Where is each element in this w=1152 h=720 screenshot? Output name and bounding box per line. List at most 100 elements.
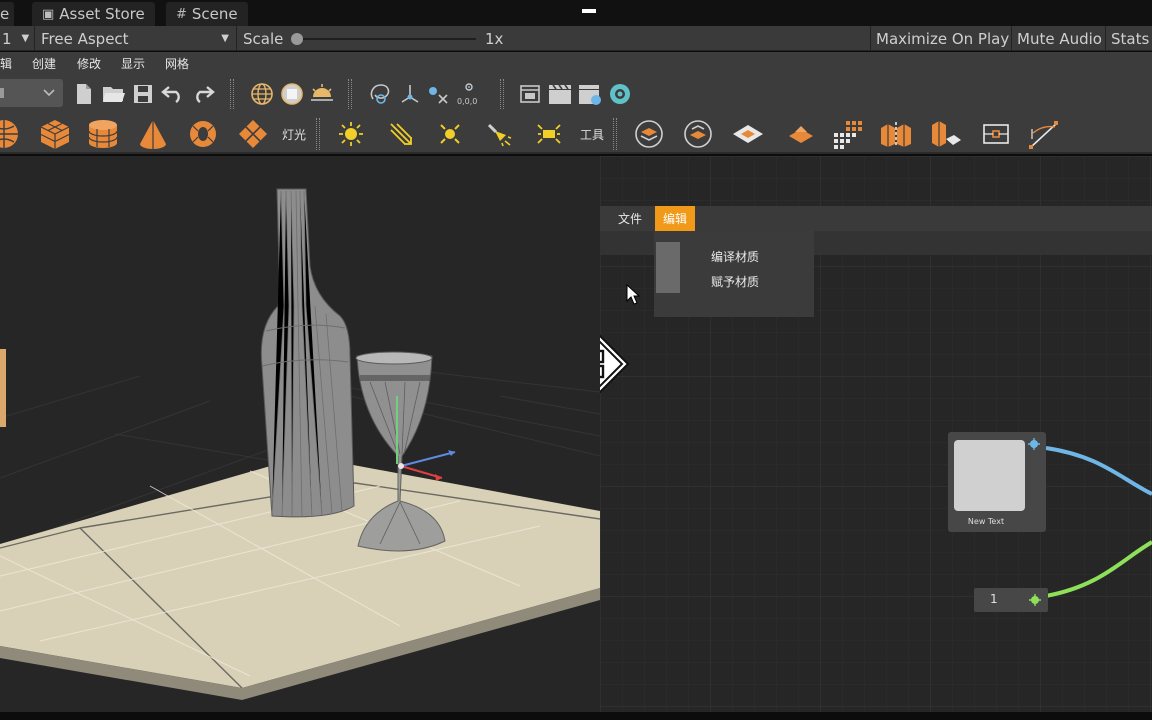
tab-label: Asset Store	[59, 5, 145, 23]
output-port-icon[interactable]	[1028, 438, 1040, 450]
area-light-icon	[537, 124, 561, 144]
animation-settings-button[interactable]	[576, 80, 604, 108]
menu-edit[interactable]: 编辑	[655, 206, 696, 231]
sphere-button[interactable]	[0, 118, 22, 150]
tall-box-icon	[932, 121, 961, 147]
game-view-toolbar: 1 ▼ Free Aspect ▼ Scale 1x Maximize On P…	[0, 26, 1152, 51]
redo-button[interactable]	[190, 82, 216, 106]
environment-button[interactable]	[308, 80, 336, 108]
layer-stack-button[interactable]	[632, 118, 666, 150]
toolbar-row-file: 0,0,0	[0, 74, 1152, 114]
custom-menubar: 辑 创建 修改 显示 网格	[0, 52, 1152, 74]
drag-handle[interactable]	[582, 9, 596, 13]
scale-slider-track[interactable]	[296, 38, 476, 40]
record-icon	[610, 84, 630, 104]
bottom-border	[0, 712, 1152, 720]
grid-block-button[interactable]	[830, 118, 864, 150]
animation-button[interactable]	[546, 80, 574, 108]
dropdown-value	[0, 88, 4, 98]
menu-item-compile-material[interactable]: 编译材质	[711, 248, 759, 265]
bounding-box-button[interactable]	[978, 118, 1014, 150]
clapper-settings-icon	[579, 85, 601, 105]
clapper-icon	[549, 84, 571, 104]
diamond-plane-button[interactable]	[730, 118, 766, 150]
lasso-select-button[interactable]	[366, 80, 394, 108]
cube-button[interactable]	[38, 118, 72, 150]
point-light-button[interactable]	[336, 120, 366, 148]
texture-node[interactable]: New Text	[948, 432, 1046, 532]
cylinder-icon	[88, 120, 118, 148]
globe-icon	[251, 83, 273, 105]
scale-slider-handle[interactable]	[291, 33, 303, 45]
menu-create[interactable]: 创建	[32, 55, 56, 72]
local-space-button[interactable]	[278, 80, 306, 108]
divider	[870, 26, 871, 51]
directional-light-button[interactable]	[386, 120, 416, 148]
tab-asset-store[interactable]: ▣ Asset Store	[32, 2, 155, 26]
mode-dropdown[interactable]	[0, 79, 63, 107]
split-box-button[interactable]	[878, 118, 914, 150]
toolbar-grip[interactable]	[316, 118, 320, 150]
toolbar-row-create: 灯光 工具	[0, 114, 1152, 154]
diamond-small-button[interactable]	[784, 118, 818, 150]
aspect-value: Free Aspect	[41, 29, 129, 48]
menu-highlight-strip	[656, 242, 680, 293]
toolbar-grip[interactable]	[348, 79, 352, 109]
split-box-icon	[881, 122, 911, 147]
spot-light-button[interactable]	[484, 120, 514, 148]
stats-toggle[interactable]: Stats	[1111, 26, 1149, 51]
menu-file[interactable]: 文件	[610, 206, 650, 231]
pivot-button[interactable]	[396, 80, 424, 108]
tab-partial[interactable]: e	[0, 2, 14, 26]
vertex-button[interactable]: 0,0,0	[454, 80, 484, 108]
pen-curve-button[interactable]	[1024, 118, 1064, 150]
toolbar-grip[interactable]	[500, 79, 504, 109]
connect-icon	[429, 87, 448, 104]
float-value-node[interactable]: 1	[974, 588, 1048, 612]
maximize-on-play-toggle[interactable]: Maximize On Play	[876, 26, 1009, 51]
tall-box-button[interactable]	[927, 118, 963, 150]
new-file-button[interactable]	[73, 82, 95, 106]
tab-scene[interactable]: # Scene	[166, 2, 248, 26]
output-port-icon[interactable]	[1029, 594, 1041, 606]
cylinder-button[interactable]	[86, 118, 120, 150]
open-folder-button[interactable]	[101, 82, 127, 106]
save-icon	[134, 85, 152, 103]
edit-dropdown-menu: 编译材质 赋予材质	[654, 231, 814, 317]
global-space-button[interactable]	[248, 80, 276, 108]
menu-modify[interactable]: 修改	[77, 55, 101, 72]
menu-display[interactable]: 显示	[121, 55, 145, 72]
sun-light-button[interactable]	[435, 120, 465, 148]
toolbar-grip[interactable]	[230, 79, 234, 109]
cone-button[interactable]	[137, 118, 169, 150]
material-node-editor[interactable]: 文件 编辑 编译材质 赋予材质 New Text 1	[600, 156, 1152, 712]
area-light-button[interactable]	[534, 120, 564, 148]
scene-viewport[interactable]	[0, 156, 600, 712]
mute-audio-toggle[interactable]: Mute Audio	[1017, 26, 1102, 51]
menu-item-assign-material[interactable]: 赋予材质	[711, 273, 759, 290]
window-button[interactable]	[516, 80, 544, 108]
connect-button[interactable]	[424, 80, 452, 108]
display-dropdown[interactable]: 1 ▼	[2, 26, 29, 51]
texture-preview	[954, 440, 1025, 511]
light-label: 灯光	[282, 128, 307, 142]
sun-light-icon	[440, 124, 460, 144]
display-value: 1	[2, 29, 12, 48]
divider	[1105, 26, 1106, 51]
menu-edit-partial[interactable]: 辑	[0, 55, 12, 72]
toolbar-grip[interactable]	[613, 118, 617, 150]
undo-button[interactable]	[160, 82, 186, 106]
layer-move-button[interactable]	[681, 118, 715, 150]
record-button[interactable]	[606, 80, 634, 108]
plane-button[interactable]	[236, 118, 270, 150]
torus-button[interactable]	[186, 118, 220, 150]
save-button[interactable]	[132, 82, 154, 106]
aspect-dropdown[interactable]: Free Aspect ▼	[41, 26, 231, 51]
pen-curve-icon	[1029, 121, 1058, 149]
menu-mesh[interactable]: 网格	[165, 55, 189, 72]
selected-object-edge	[0, 349, 6, 427]
grid-block-icon	[834, 121, 862, 149]
window-icon	[520, 85, 540, 103]
undo-icon	[161, 86, 180, 103]
diamond-plane-icon	[733, 125, 763, 143]
